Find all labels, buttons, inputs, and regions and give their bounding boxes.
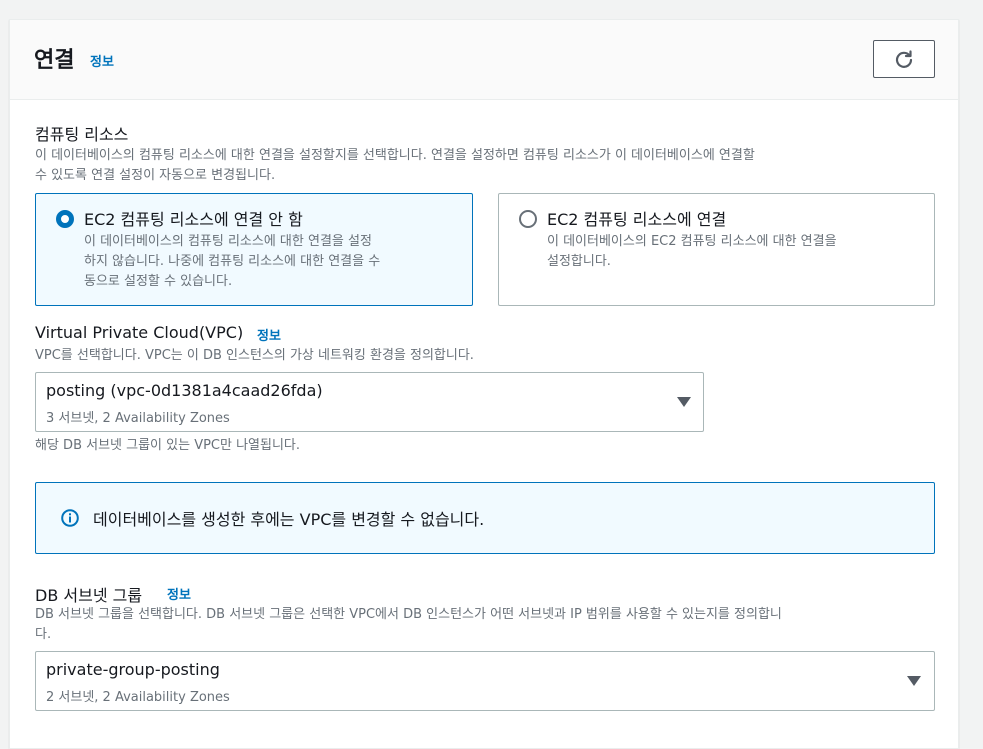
vpc-select-value: posting (vpc-0d1381a4caad26fda) — [46, 381, 323, 400]
alert-text: 데이터베이스를 생성한 후에는 VPC를 변경할 수 없습니다. — [93, 510, 485, 529]
subnet-group-desc-2: 다. — [35, 627, 52, 642]
subnet-group-info-link[interactable]: 정보 — [167, 584, 191, 603]
panel-title: 연결 — [34, 48, 75, 73]
radio-button-selected[interactable] — [56, 210, 74, 228]
caret-down-icon — [677, 397, 691, 407]
vpc-hint: 해당 DB 서브넷 그룹이 있는 VPC만 나열됩니다. — [35, 438, 301, 453]
vpc-label: Virtual Private Cloud(VPC) — [35, 323, 244, 342]
subnet-group-desc-1: DB 서브넷 그룹을 선택합니다. DB 서브넷 그룹은 선택한 VPC에서 D… — [35, 607, 782, 622]
subnet-group-select[interactable]: private-group-posting 2 서브넷, 2 Availabil… — [35, 651, 935, 711]
connectivity-panel: 연결 정보 컴퓨팅 리소스 이 데이터베이스의 컴퓨팅 리소스에 대한 연결을 … — [9, 19, 959, 749]
radio-no-connect-desc: 이 데이터베이스의 컴퓨팅 리소스에 대한 연결을 설정 하지 않습니다. 나중… — [84, 232, 380, 292]
vpc-select-sub: 3 서브넷, 2 Availability Zones — [46, 411, 230, 426]
vpc-info-link[interactable]: 정보 — [257, 325, 281, 344]
panel-info-link[interactable]: 정보 — [90, 51, 114, 70]
radio-connect-ec2[interactable]: EC2 컴퓨팅 리소스에 연결 이 데이터베이스의 EC2 컴퓨팅 리소스에 대… — [498, 193, 935, 306]
compute-resource-desc-1: 이 데이터베이스의 컴퓨팅 리소스에 대한 연결을 설정할지를 선택합니다. 연… — [35, 148, 755, 163]
caret-down-icon — [907, 676, 921, 686]
radio-connect-desc-1: 이 데이터베이스의 EC2 컴퓨팅 리소스에 대한 연결을 — [547, 234, 837, 249]
info-alert: 데이터베이스를 생성한 후에는 VPC를 변경할 수 없습니다. — [35, 482, 935, 554]
radio-no-connect-desc-2: 하지 않습니다. 나중에 컴퓨팅 리소스에 대한 연결을 수 — [84, 254, 381, 269]
radio-connect-desc: 이 데이터베이스의 EC2 컴퓨팅 리소스에 대한 연결을 설정합니다. — [547, 232, 837, 272]
radio-no-connect-desc-1: 이 데이터베이스의 컴퓨팅 리소스에 대한 연결을 설정 — [84, 234, 372, 249]
info-icon — [61, 509, 79, 527]
radio-button-unselected[interactable] — [519, 210, 537, 228]
radio-no-connect-desc-3: 동으로 설정할 수 있습니다. — [84, 274, 233, 289]
radio-connect-title: EC2 컴퓨팅 리소스에 연결 — [547, 210, 727, 229]
subnet-group-label: DB 서브넷 그룹 — [35, 586, 143, 605]
refresh-icon — [895, 50, 913, 68]
radio-no-connect-ec2[interactable]: EC2 컴퓨팅 리소스에 연결 안 함 이 데이터베이스의 컴퓨팅 리소스에 대… — [35, 193, 473, 306]
panel-header: 연결 정보 — [10, 20, 958, 100]
vpc-desc: VPC를 선택합니다. VPC는 이 DB 인스턴스의 가상 네트워킹 환경을 … — [35, 348, 474, 363]
compute-resource-desc-2: 수 있도록 연결 설정이 자동으로 변경됩니다. — [35, 168, 276, 183]
subnet-group-select-value: private-group-posting — [46, 660, 220, 679]
subnet-group-select-sub: 2 서브넷, 2 Availability Zones — [46, 690, 230, 705]
compute-resource-label: 컴퓨팅 리소스 — [35, 125, 129, 144]
radio-no-connect-title: EC2 컴퓨팅 리소스에 연결 안 함 — [84, 210, 303, 229]
vpc-select[interactable]: posting (vpc-0d1381a4caad26fda) 3 서브넷, 2… — [35, 372, 704, 432]
refresh-button[interactable] — [873, 40, 935, 78]
radio-connect-desc-2: 설정합니다. — [547, 254, 611, 269]
